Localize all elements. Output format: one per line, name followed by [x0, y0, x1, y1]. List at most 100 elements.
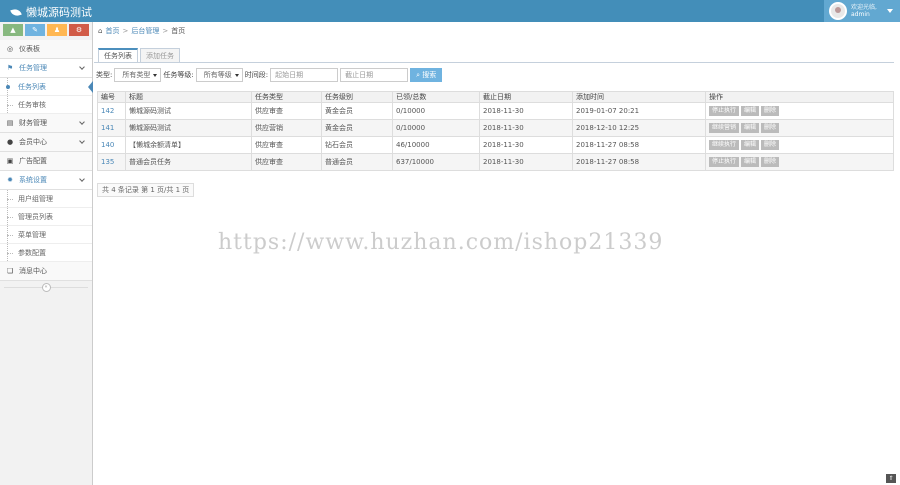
column-header: 标题 — [125, 91, 252, 103]
pencil-shortcut-button[interactable]: ✎ — [25, 24, 45, 36]
edit-button[interactable]: 编辑 — [741, 123, 760, 133]
cell-title: 懒城源码测试 — [125, 119, 252, 137]
edit-button[interactable]: 编辑 — [741, 157, 760, 167]
cell-actions: 停止执行 编辑 删除 — [705, 153, 894, 171]
column-header: 操作 — [705, 91, 894, 103]
column-header: 添加时间 — [572, 91, 706, 103]
column-header: 截止日期 — [479, 91, 573, 103]
leaf-icon — [10, 7, 22, 17]
sidebar-item-label: 任务管理 — [19, 64, 47, 72]
start-date-input[interactable]: 起始日期 — [270, 68, 339, 82]
pencil-icon: ✎ — [32, 26, 38, 34]
sidebar-item-label: 财务管理 — [19, 119, 47, 127]
pagination-info: 共 4 条记录 第 1 页/共 1 页 — [97, 183, 195, 197]
time-label: 时间段: — [244, 71, 269, 79]
edit-button[interactable]: 编辑 — [741, 140, 760, 150]
sidebar-item-task-list[interactable]: 任务列表 — [0, 78, 93, 96]
sidebar-item-menus[interactable]: 菜单管理 — [0, 226, 92, 244]
user-info: 欢迎光临, admin — [851, 4, 877, 18]
sidebar-item-admins[interactable]: 管理员列表 — [0, 208, 92, 226]
sidebar: ▲ ✎ ♟ ⚙ ◎ 仪表板 ⚑ 任务管理 任务列表 任务审核 ▤ 财务管理 ● — [0, 22, 93, 485]
task-table: 编号 标题 任务类型 任务级别 已领/总数 截止日期 添加时间 操作 142 懒… — [97, 91, 894, 171]
delete-button[interactable]: 删除 — [761, 157, 780, 167]
shortcut-buttons: ▲ ✎ ♟ ⚙ — [0, 22, 92, 40]
toggle-task-button[interactable]: 停止执行 — [709, 157, 740, 167]
sidebar-item-members[interactable]: ● 会员中心 — [0, 133, 92, 152]
cell-type: 供应营销 — [251, 119, 322, 137]
chevron-down-icon — [79, 119, 85, 125]
search-icon: ⌕ — [416, 71, 420, 79]
toggle-task-button[interactable]: 继续营销 — [709, 123, 740, 133]
level-label: 任务等级: — [163, 71, 194, 79]
cell-type: 供应审查 — [251, 136, 322, 154]
caret-down-icon — [886, 9, 893, 13]
collapse-icon[interactable]: « — [41, 282, 51, 292]
breadcrumb-separator: > — [122, 27, 129, 35]
active-dot-icon — [6, 85, 10, 89]
cell-deadline: 2018-11-30 — [479, 102, 573, 120]
tab-add-task[interactable]: 添加任务 — [140, 48, 180, 63]
breadcrumb-home[interactable]: 首页 — [105, 26, 119, 36]
scroll-top-button[interactable]: ⇑ — [886, 474, 896, 483]
delete-button[interactable]: 删除 — [761, 140, 780, 150]
tab-divider — [94, 62, 894, 63]
gear-icon: ✹ — [7, 175, 13, 184]
cell-type: 供应审查 — [251, 153, 322, 171]
chevron-down-icon — [79, 138, 85, 144]
cell-added: 2018-11-27 08:58 — [572, 136, 706, 154]
delete-button[interactable]: 删除 — [761, 123, 780, 133]
cell-count: 46/10000 — [392, 136, 480, 154]
sidebar-item-task-review[interactable]: 任务审核 — [0, 96, 92, 114]
sidebar-item-finance[interactable]: ▤ 财务管理 — [0, 114, 92, 133]
tab-task-list[interactable]: 任务列表 — [98, 48, 138, 63]
user-name: admin — [851, 11, 870, 18]
cell-id: 141 — [97, 119, 126, 137]
column-header: 任务类型 — [251, 91, 322, 103]
cell-actions: 停止执行 编辑 删除 — [705, 102, 894, 120]
cell-type: 供应审查 — [251, 102, 322, 120]
breadcrumb-section[interactable]: 后台管理 — [131, 26, 159, 36]
edit-button[interactable]: 编辑 — [741, 106, 760, 116]
sidebar-item-settings[interactable]: ✹ 系统设置 — [0, 171, 92, 190]
table-row: 141 懒城源码测试 供应营销 黄金会员 0/10000 2018-11-30 … — [97, 119, 894, 137]
settings-shortcut-button[interactable]: ⚙ — [69, 24, 89, 36]
sidebar-item-label: 任务列表 — [18, 82, 46, 91]
type-select[interactable]: 所有类型 — [114, 68, 162, 82]
group-shortcut-button[interactable]: ♟ — [47, 24, 67, 36]
avatar — [829, 2, 847, 20]
breadcrumb: ⌂ 首页 > 后台管理 > 首页 — [94, 22, 900, 40]
signal-shortcut-button[interactable]: ▲ — [3, 24, 23, 36]
cell-count: 0/10000 — [392, 102, 480, 120]
welcome-text: 欢迎光临, — [851, 4, 877, 11]
table-row: 140 【懒城余额清单】 供应审查 钻石会员 46/10000 2018-11-… — [97, 136, 894, 154]
user-icon: ● — [6, 137, 14, 146]
delete-button[interactable]: 删除 — [761, 106, 780, 116]
chevron-down-icon — [79, 176, 85, 182]
sidebar-item-dashboard[interactable]: ◎ 仪表板 — [0, 40, 92, 59]
cell-deadline: 2018-11-30 — [479, 119, 573, 137]
table-row: 135 普通会员任务 供应审查 普通会员 637/10000 2018-11-3… — [97, 153, 894, 171]
sidebar-item-task-mgmt[interactable]: ⚑ 任务管理 — [0, 59, 92, 78]
sidebar-item-label: 广告配置 — [19, 157, 47, 165]
user-menu[interactable]: 欢迎光临, admin — [824, 0, 900, 22]
toggle-task-button[interactable]: 继续执行 — [709, 140, 740, 150]
level-select[interactable]: 所有等级 — [195, 68, 243, 82]
app-brand[interactable]: 懒城源码测试 — [10, 4, 92, 20]
toggle-task-button[interactable]: 停止执行 — [709, 106, 740, 116]
sidebar-item-label: 消息中心 — [19, 267, 47, 275]
active-marker-icon — [88, 81, 93, 93]
column-header[interactable]: 编号 — [97, 91, 126, 103]
end-date-input[interactable]: 截止日期 — [340, 68, 409, 82]
type-label: 类型: — [96, 71, 113, 79]
sidebar-item-user-groups[interactable]: 用户组管理 — [0, 190, 92, 208]
group-icon: ♟ — [53, 26, 61, 34]
sidebar-menu: ◎ 仪表板 ⚑ 任务管理 任务列表 任务审核 ▤ 财务管理 ● 会员中心 ▣ 广… — [0, 40, 93, 281]
cell-actions: 继续执行 编辑 删除 — [705, 136, 894, 154]
search-button[interactable]: ⌕ 搜索 — [410, 68, 443, 82]
cell-id: 142 — [97, 102, 126, 120]
flag-icon: ⚑ — [6, 63, 14, 72]
sidebar-item-label: 会员中心 — [19, 138, 47, 146]
sidebar-item-messages[interactable]: ❏ 消息中心 — [0, 262, 92, 281]
sidebar-item-ads[interactable]: ▣ 广告配置 — [0, 152, 92, 171]
sidebar-item-params[interactable]: 参数配置 — [0, 244, 92, 262]
